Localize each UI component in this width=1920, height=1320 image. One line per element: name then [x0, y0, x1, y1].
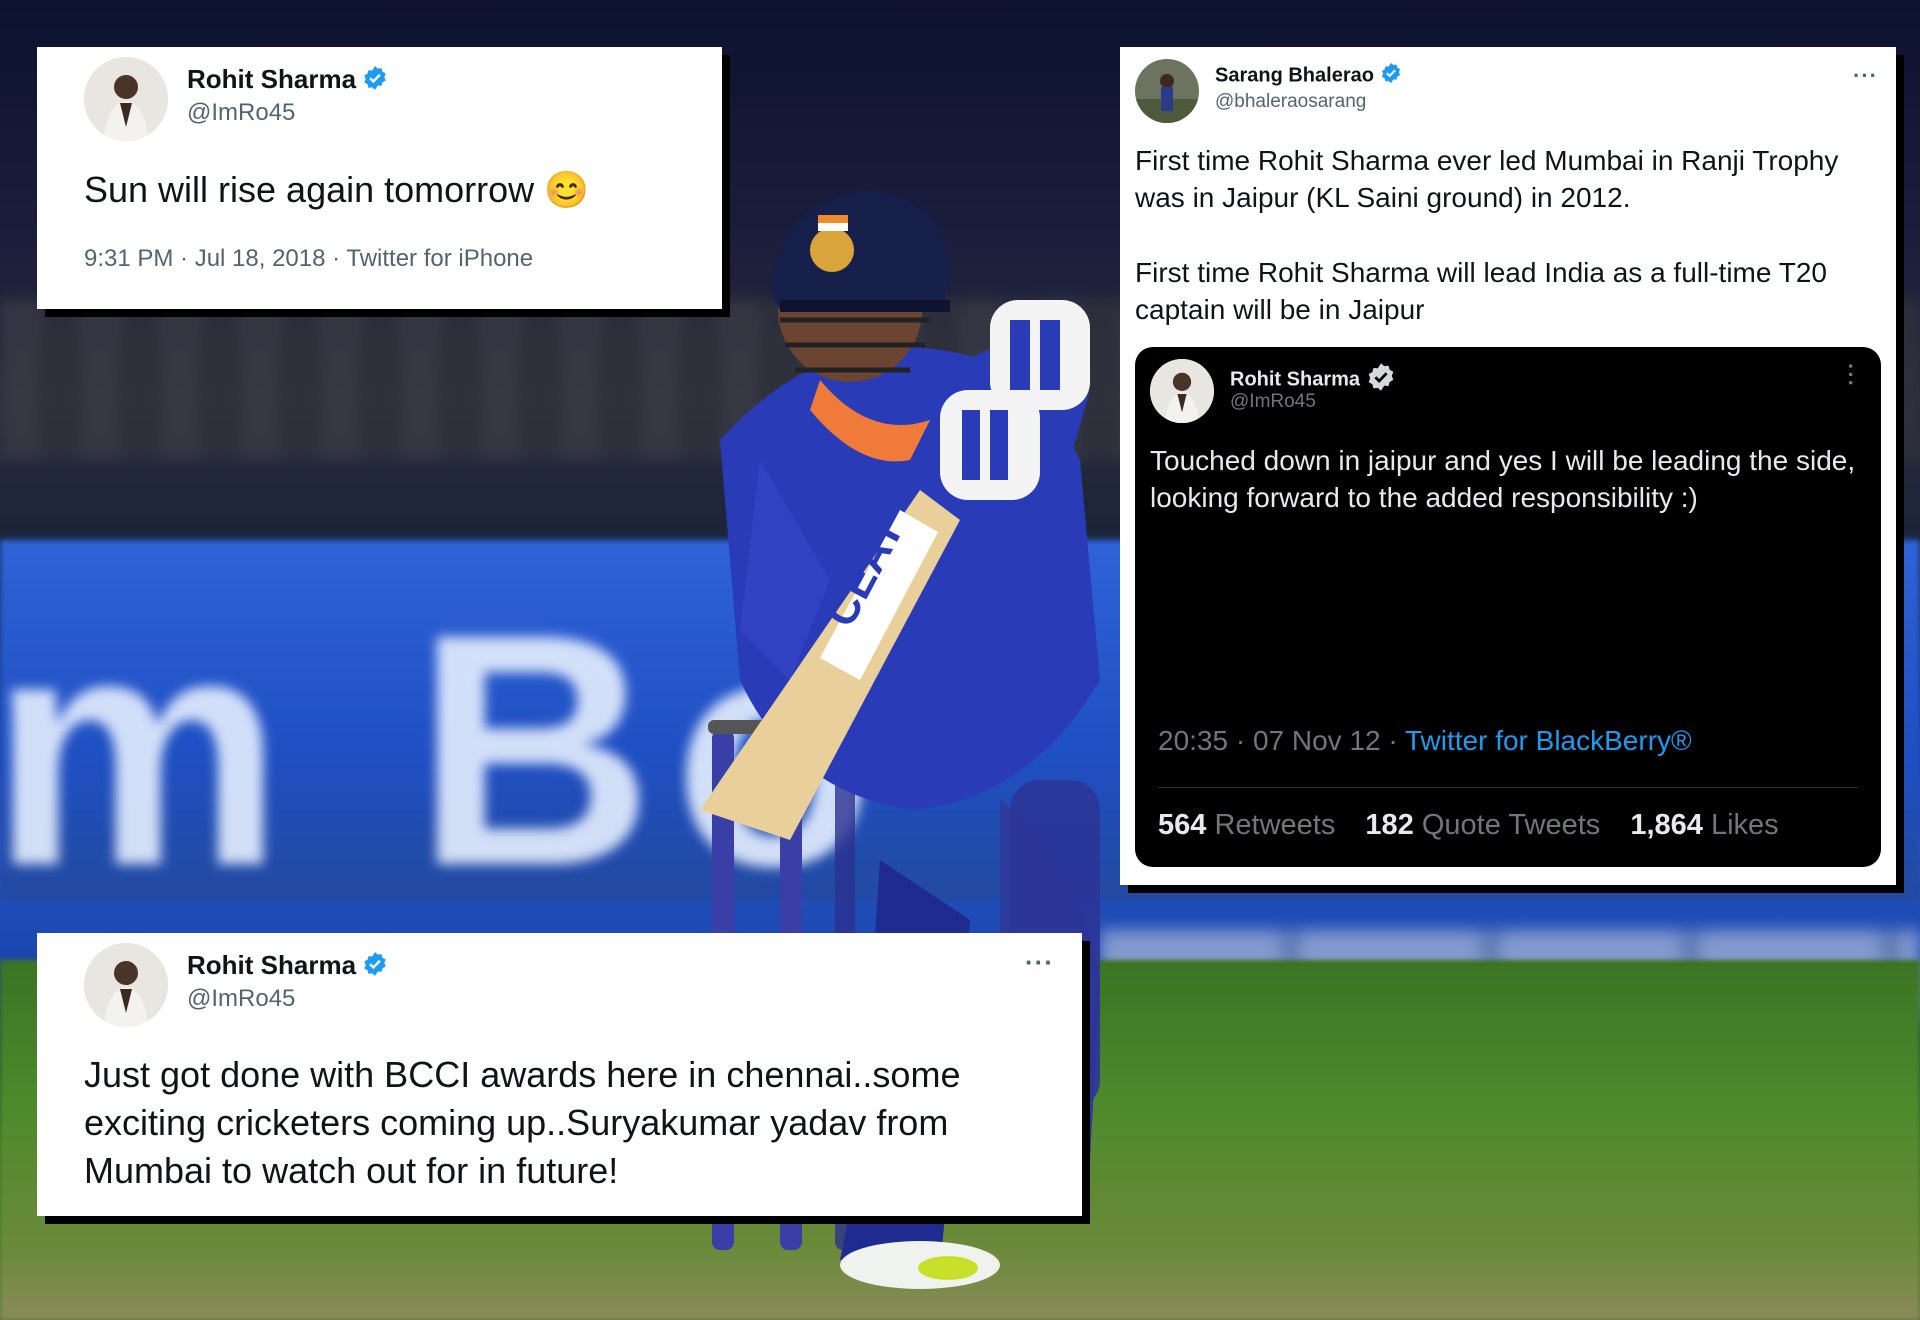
retweets-count: 564: [1158, 809, 1207, 841]
tweet-text: Sun will rise again tomorrow 😊: [84, 169, 590, 210]
avatar[interactable]: [84, 57, 168, 141]
verified-badge-icon: [1380, 62, 1402, 90]
author-name[interactable]: Sarang Bhalerao: [1215, 62, 1402, 90]
tweet-timestamp[interactable]: 9:31 PM · Jul 18, 2018 · Twitter for iPh…: [84, 245, 533, 273]
more-options-icon[interactable]: ···: [1025, 947, 1054, 978]
quote-tweets-stat[interactable]: 182 Quote Tweets: [1365, 809, 1600, 841]
author-name[interactable]: Rohit Sharma: [187, 950, 388, 984]
divider: [1158, 787, 1858, 788]
avatar[interactable]: [84, 943, 168, 1027]
likes-label: Likes: [1710, 809, 1779, 841]
timestamp-text: 20:35 · 07 Nov 12 ·: [1158, 725, 1405, 756]
tweet-text: Just got done with BCCI awards here in c…: [84, 1054, 961, 1191]
more-options-icon[interactable]: ···: [1837, 363, 1863, 388]
likes-count: 1,864: [1630, 809, 1703, 841]
author-handle[interactable]: @ImRo45: [1230, 391, 1316, 413]
quoted-tweet-text: Touched down in jaipur and yes I will be…: [1150, 445, 1856, 513]
verified-badge-icon: [1366, 362, 1396, 398]
avatar[interactable]: [1135, 59, 1199, 123]
author-handle[interactable]: @ImRo45: [187, 99, 295, 127]
quote-tweets-count: 182: [1365, 809, 1414, 841]
tweet-card-sun-will-rise[interactable]: Rohit Sharma @ImRo45 Sun will rise again…: [37, 47, 722, 309]
more-options-icon[interactable]: ···: [1853, 63, 1878, 89]
tweet-card-bcci-awards[interactable]: Rohit Sharma @ImRo45 ··· Just got done w…: [37, 933, 1082, 1216]
tweet-text: First time Rohit Sharma ever led Mumbai …: [1135, 143, 1875, 329]
retweets-label: Retweets: [1214, 809, 1336, 841]
tweet-card-sarang-bhalerao[interactable]: Sarang Bhalerao @bhaleraosarang ··· Firs…: [1120, 47, 1896, 885]
author-name[interactable]: Rohit Sharma: [187, 64, 388, 98]
retweets-stat[interactable]: 564 Retweets: [1158, 809, 1335, 841]
author-handle[interactable]: @ImRo45: [187, 985, 295, 1013]
author-name-text: Rohit Sharma: [187, 950, 357, 980]
tweet-text-paragraph-2: First time Rohit Sharma will lead India …: [1135, 256, 1827, 325]
quoted-tweet-timestamp[interactable]: 20:35 · 07 Nov 12 · Twitter for BlackBer…: [1158, 725, 1692, 757]
quoted-tweet-card[interactable]: Rohit Sharma @ImRo45 ··· Touched down in…: [1135, 347, 1881, 867]
author-name-text: Rohit Sharma: [1230, 368, 1361, 391]
tweet-text-paragraph-1: First time Rohit Sharma ever led Mumbai …: [1135, 145, 1839, 213]
verified-badge-icon: [362, 951, 388, 984]
avatar[interactable]: [1150, 359, 1214, 423]
author-name-text: Rohit Sharma: [187, 64, 357, 94]
tweet-source-link[interactable]: Twitter for BlackBerry®: [1405, 725, 1692, 756]
likes-stat[interactable]: 1,864 Likes: [1630, 809, 1778, 841]
verified-badge-icon: [362, 65, 388, 98]
author-handle[interactable]: @bhaleraosarang: [1215, 91, 1366, 113]
quote-tweets-label: Quote Tweets: [1421, 809, 1601, 841]
author-name-text: Sarang Bhalerao: [1215, 64, 1374, 87]
engagement-stats: 564 Retweets 182 Quote Tweets 1,864 Like…: [1158, 809, 1801, 842]
